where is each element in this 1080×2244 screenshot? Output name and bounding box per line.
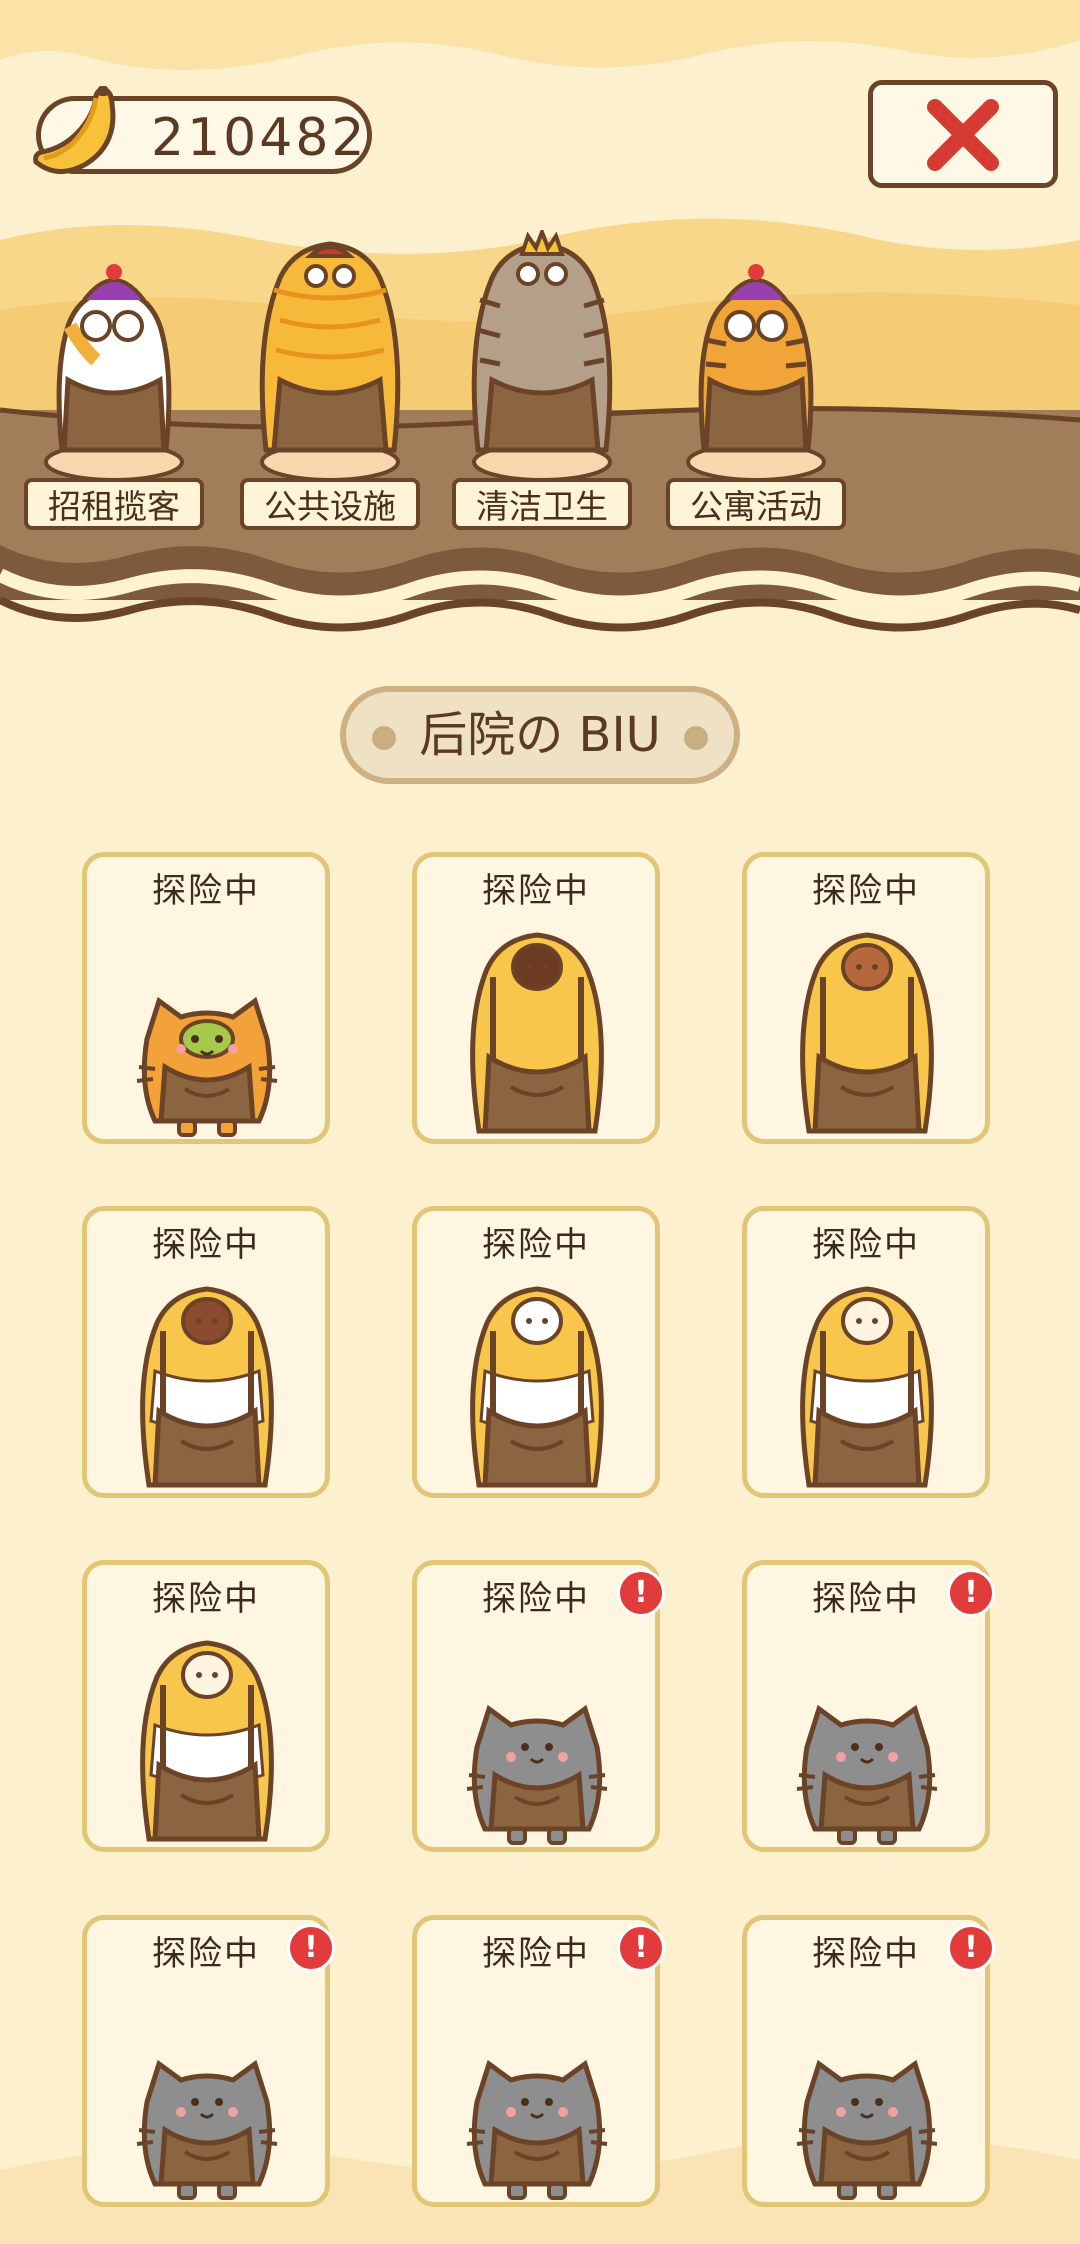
pet-card[interactable]: 探险中 xyxy=(742,852,990,1144)
cleaning-cat-figure xyxy=(471,230,613,480)
alert-icon[interactable]: ! xyxy=(947,1569,995,1617)
pet-card[interactable]: 探险中 xyxy=(412,852,660,1144)
pet-card[interactable]: 探险中! xyxy=(412,1915,665,2207)
leasing-cat-figure xyxy=(44,264,184,480)
pet-figure xyxy=(796,2059,938,2200)
banana-icon xyxy=(33,86,116,174)
decor-dot xyxy=(684,726,708,750)
staff-slot-cleaning[interactable]: 清洁卫生 xyxy=(452,230,632,540)
alert-icon[interactable]: ! xyxy=(617,1924,665,1972)
section-title-text: 后院の BIU xyxy=(419,707,661,763)
facilities-cat-figure xyxy=(259,241,401,480)
staff-label: 公寓活动 xyxy=(666,478,846,530)
pet-figure xyxy=(136,2059,278,2200)
pet-figure xyxy=(466,2059,608,2200)
close-icon xyxy=(927,99,999,171)
pet-card[interactable]: 探险中 xyxy=(82,1206,330,1498)
currency-amount: 210482 xyxy=(151,108,368,168)
pet-status-label: 探险中 xyxy=(482,871,590,911)
pet-card[interactable]: 探险中 xyxy=(412,1206,660,1498)
pet-status-label: 探险中 xyxy=(482,1225,590,1265)
pet-figure xyxy=(800,1286,934,1488)
alert-icon[interactable]: ! xyxy=(287,1924,335,1972)
alert-icon[interactable]: ! xyxy=(617,1569,665,1617)
pet-figure xyxy=(796,1704,938,1845)
staff-label: 招租揽客 xyxy=(24,478,204,530)
pet-card[interactable]: 探险中 xyxy=(742,1206,990,1498)
staff-slot-facilities[interactable]: 公共设施 xyxy=(240,230,420,540)
pet-status-label: 探险中 xyxy=(152,871,260,911)
staff-slot-leasing[interactable]: 招租揽客 xyxy=(24,230,204,540)
staff-label: 清洁卫生 xyxy=(452,478,632,530)
staff-label: 公共设施 xyxy=(240,478,420,530)
pet-card[interactable]: 探险中! xyxy=(742,1915,995,2207)
pet-status-label: 探险中 xyxy=(152,1579,260,1619)
pet-card[interactable]: 探险中! xyxy=(742,1560,995,1852)
pet-figure xyxy=(470,1286,604,1488)
pet-figure xyxy=(466,1704,608,1845)
activities-cat-figure xyxy=(686,264,826,480)
pet-status-label: 探险中 xyxy=(152,1225,260,1265)
pet-figure xyxy=(140,1640,274,1842)
section-title: 后院の BIU xyxy=(340,686,740,784)
pet-figure xyxy=(470,932,604,1134)
alert-icon[interactable]: ! xyxy=(947,1924,995,1972)
pet-card[interactable]: 探险中! xyxy=(82,1915,335,2207)
pet-card[interactable]: 探险中 xyxy=(82,1560,330,1852)
pet-figure xyxy=(136,996,278,1137)
close-button[interactable] xyxy=(868,80,1058,188)
pet-card[interactable]: 探险中! xyxy=(412,1560,665,1852)
pet-figure xyxy=(800,932,934,1134)
pet-status-label: 探险中 xyxy=(812,1225,920,1265)
pet-status-label: 探险中 xyxy=(812,871,920,911)
pet-figure xyxy=(140,1286,274,1488)
staff-slot-activities[interactable]: 公寓活动 xyxy=(666,230,846,540)
pet-card[interactable]: 探险中 xyxy=(82,852,330,1144)
